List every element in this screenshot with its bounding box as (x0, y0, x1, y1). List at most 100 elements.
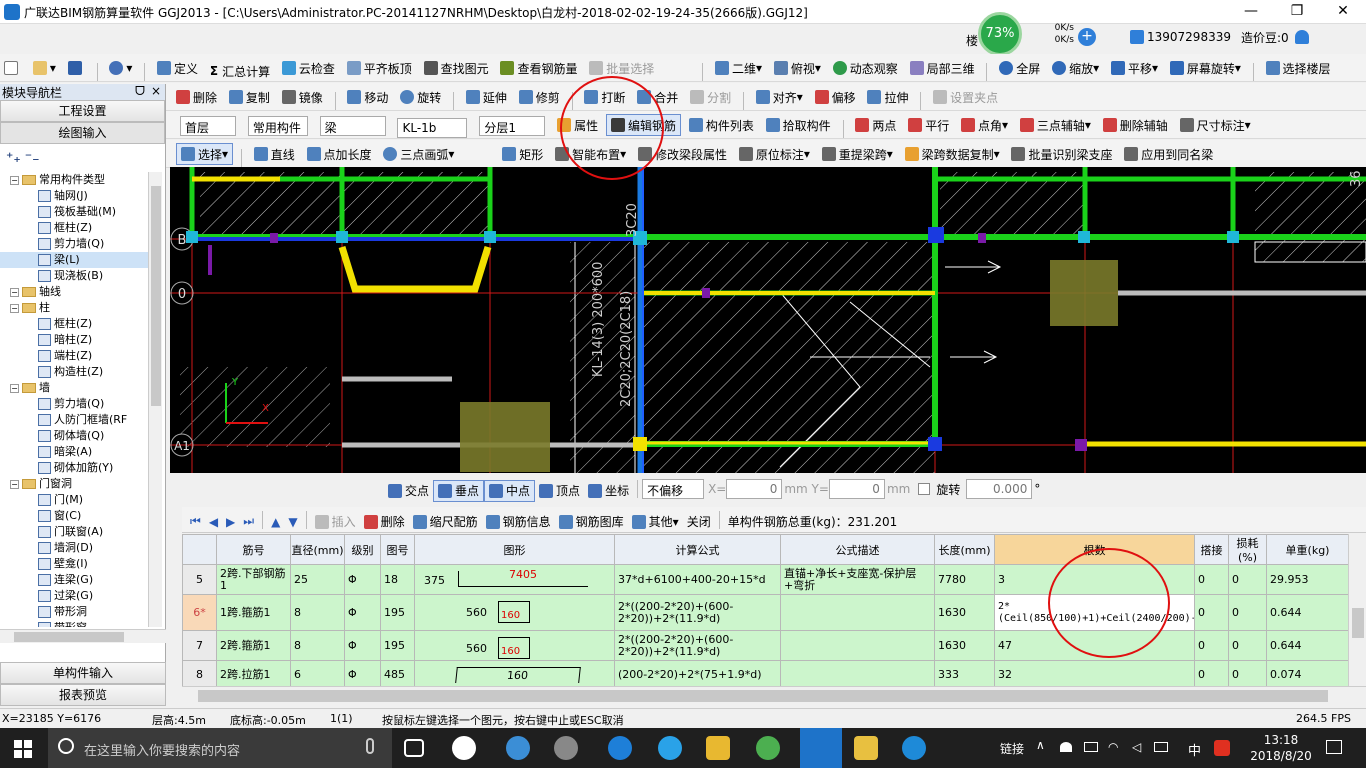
rectangle-button[interactable]: 矩形 (498, 143, 547, 165)
tree-item[interactable]: 框柱(Z) (0, 316, 148, 332)
green-app-icon[interactable] (756, 736, 780, 760)
snap-intersection[interactable]: 交点 (384, 480, 433, 502)
column-header[interactable]: 图号 (380, 534, 415, 565)
keyboard-icon[interactable] (1154, 742, 1168, 752)
tree-item[interactable]: 剪力墙(Q) (0, 396, 148, 412)
last-record-icon[interactable]: ⏭ (239, 511, 258, 533)
cell-lap[interactable]: 0 (1194, 660, 1229, 686)
tree-item[interactable]: 梁(L) (0, 252, 148, 268)
select-button[interactable]: 选择 ▾ (176, 143, 234, 165)
tree-item[interactable]: 框柱(Z) (0, 220, 148, 236)
sogou-icon[interactable] (1214, 740, 1230, 756)
cell-fig[interactable]: 18 (380, 564, 415, 595)
close-rebar-button[interactable]: 关闭 (683, 511, 715, 533)
copy-button[interactable]: 复制 (225, 86, 274, 108)
tree-item[interactable]: 剪力墙(Q) (0, 236, 148, 252)
tree-folder[interactable]: − 墙 (0, 380, 148, 396)
cell-dia[interactable]: 6 (290, 660, 345, 686)
rebar-shape-cell[interactable]: 560 160 (414, 594, 615, 631)
cell-dia[interactable]: 25 (290, 564, 345, 595)
notification-icon[interactable] (1326, 740, 1342, 754)
restore-button[interactable]: ❐ (1274, 0, 1320, 24)
point-angle-button[interactable]: 点角 ▾ (957, 114, 1012, 136)
top-view-button[interactable]: 俯视 ▾ (770, 57, 825, 79)
type-select[interactable]: 常用构件 (247, 116, 308, 136)
select-floor-button[interactable]: 选择楼层 (1262, 57, 1335, 79)
cell-weight[interactable]: 0.644 (1266, 594, 1348, 631)
orbit-button[interactable]: 动态观察 (829, 57, 902, 79)
tree-item[interactable]: 带形洞 (0, 604, 148, 620)
cell-lap[interactable]: 0 (1194, 594, 1229, 631)
table-row[interactable]: 6* 1跨.箍筋1 8 Φ 195 560 160 2*((200-2*20)+(600-2*… (182, 594, 1348, 631)
cell-desc[interactable]: 直锚+净长+支座宽-保护层+弯折 (780, 564, 935, 595)
table-vscrollbar[interactable] (1348, 534, 1366, 686)
cell-formula[interactable]: 2*((200-2*20)+(600-2*20))+2*(11.9*d) (614, 594, 781, 631)
cell-desc[interactable] (780, 630, 935, 661)
re-span-button[interactable]: 重提梁跨 ▾ (818, 143, 897, 165)
align-slab-top-button[interactable]: 平齐板顶 (343, 57, 416, 79)
insert-button[interactable]: 插入 (311, 511, 360, 533)
column-header[interactable]: 图形 (414, 534, 615, 565)
pick-component-button[interactable]: 拾取构件 (762, 114, 835, 136)
undo-icon[interactable]: ▾ (105, 57, 136, 79)
tree-folder[interactable]: − 柱 (0, 300, 148, 316)
tree-item[interactable]: 过梁(G) (0, 588, 148, 604)
row-number[interactable]: 8 (182, 660, 217, 686)
cell-fig[interactable]: 485 (380, 660, 415, 686)
ime-indicator[interactable]: 中 (1188, 740, 1201, 759)
cell-weight[interactable]: 29.953 (1266, 564, 1348, 595)
spiral-app-icon[interactable] (554, 736, 578, 760)
tray-chevron-icon[interactable]: ∧ (1036, 738, 1045, 752)
project-settings-button[interactable]: 工程设置 (0, 100, 165, 122)
column-header[interactable]: 损耗(%) (1228, 534, 1267, 565)
y-input[interactable]: 0 (828, 479, 885, 499)
column-header[interactable]: 搭接 (1194, 534, 1229, 565)
tree-item[interactable]: 门联窗(A) (0, 524, 148, 540)
collapse-toggle-icon[interactable]: − (10, 303, 19, 313)
ie-icon[interactable] (658, 736, 682, 760)
pan-button[interactable]: 平移 ▾ (1107, 57, 1162, 79)
view-rebar-button[interactable]: 查看钢筋量 (496, 57, 581, 79)
tree-item[interactable]: 端柱(Z) (0, 348, 148, 364)
copy-span-data-button[interactable]: 梁跨数据复制 ▾ (901, 143, 1004, 165)
scale-rebar-button[interactable]: 缩尺配筋 (409, 511, 482, 533)
stretch-button[interactable]: 拉伸 (863, 86, 912, 108)
taskbar-clock[interactable]: 13:18 2018/8/20 (1246, 732, 1316, 764)
tree-item[interactable]: 门(M) (0, 492, 148, 508)
file-explorer-icon[interactable] (706, 736, 730, 760)
offset-button[interactable]: 偏移 (811, 86, 860, 108)
table-row[interactable]: 8 2跨.拉筋1 6 Φ 485 160 (200-2*20)+2*(75+1.9*d) 33… (182, 660, 1348, 686)
pin-icon[interactable]: ᗜ (135, 84, 145, 99)
define-button[interactable]: 定义 (153, 57, 202, 79)
tree-item[interactable]: 带形窗 (0, 620, 148, 627)
tree-item[interactable]: 暗梁(A) (0, 444, 148, 460)
tree-item[interactable]: 筏板基础(M) (0, 204, 148, 220)
snap-coordinate[interactable]: 坐标 (584, 480, 633, 502)
expand-collapse-icons[interactable]: ⁺₊ ⁻₋ (6, 150, 40, 166)
taskbar-search-box[interactable]: 在这里输入你要搜索的内容 (48, 728, 392, 768)
tree-item[interactable]: 砌体加筋(Y) (0, 460, 148, 476)
close-icon[interactable]: × (151, 84, 161, 98)
table-row[interactable]: 5 2跨.下部钢筋1 25 Φ 18 375 7405 37*d+6100+400-20+15… (182, 564, 1348, 595)
snap-vertex[interactable]: 顶点 (535, 480, 584, 502)
battery-icon[interactable] (1084, 742, 1098, 752)
cell-dia[interactable]: 8 (290, 594, 345, 631)
tree-hscrollbar[interactable] (0, 629, 166, 643)
cell-loss[interactable]: 0 (1228, 564, 1267, 595)
collapse-toggle-icon[interactable]: − (10, 383, 19, 393)
tree-item[interactable]: 构造柱(Z) (0, 364, 148, 380)
cell-formula[interactable]: (200-2*20)+2*(75+1.9*d) (614, 660, 781, 686)
cloud-check-button[interactable]: 云检查 (278, 57, 339, 79)
column-header[interactable]: 长度(mm) (934, 534, 995, 565)
collapse-toggle-icon[interactable]: − (10, 479, 19, 489)
component-select[interactable]: KL-1b (397, 118, 468, 138)
cell-fig[interactable]: 195 (380, 594, 415, 631)
move-button[interactable]: 移动 (343, 86, 392, 108)
save-icon[interactable] (64, 57, 89, 79)
cell-formula[interactable]: 37*d+6100+400-20+15*d (614, 564, 781, 595)
cell-grade[interactable]: Φ (344, 594, 381, 631)
column-header[interactable]: 级别 (344, 534, 381, 565)
cell-grade[interactable]: Φ (344, 660, 381, 686)
split-button[interactable]: 分割 (686, 86, 735, 108)
rotate-checkbox[interactable] (918, 483, 931, 495)
